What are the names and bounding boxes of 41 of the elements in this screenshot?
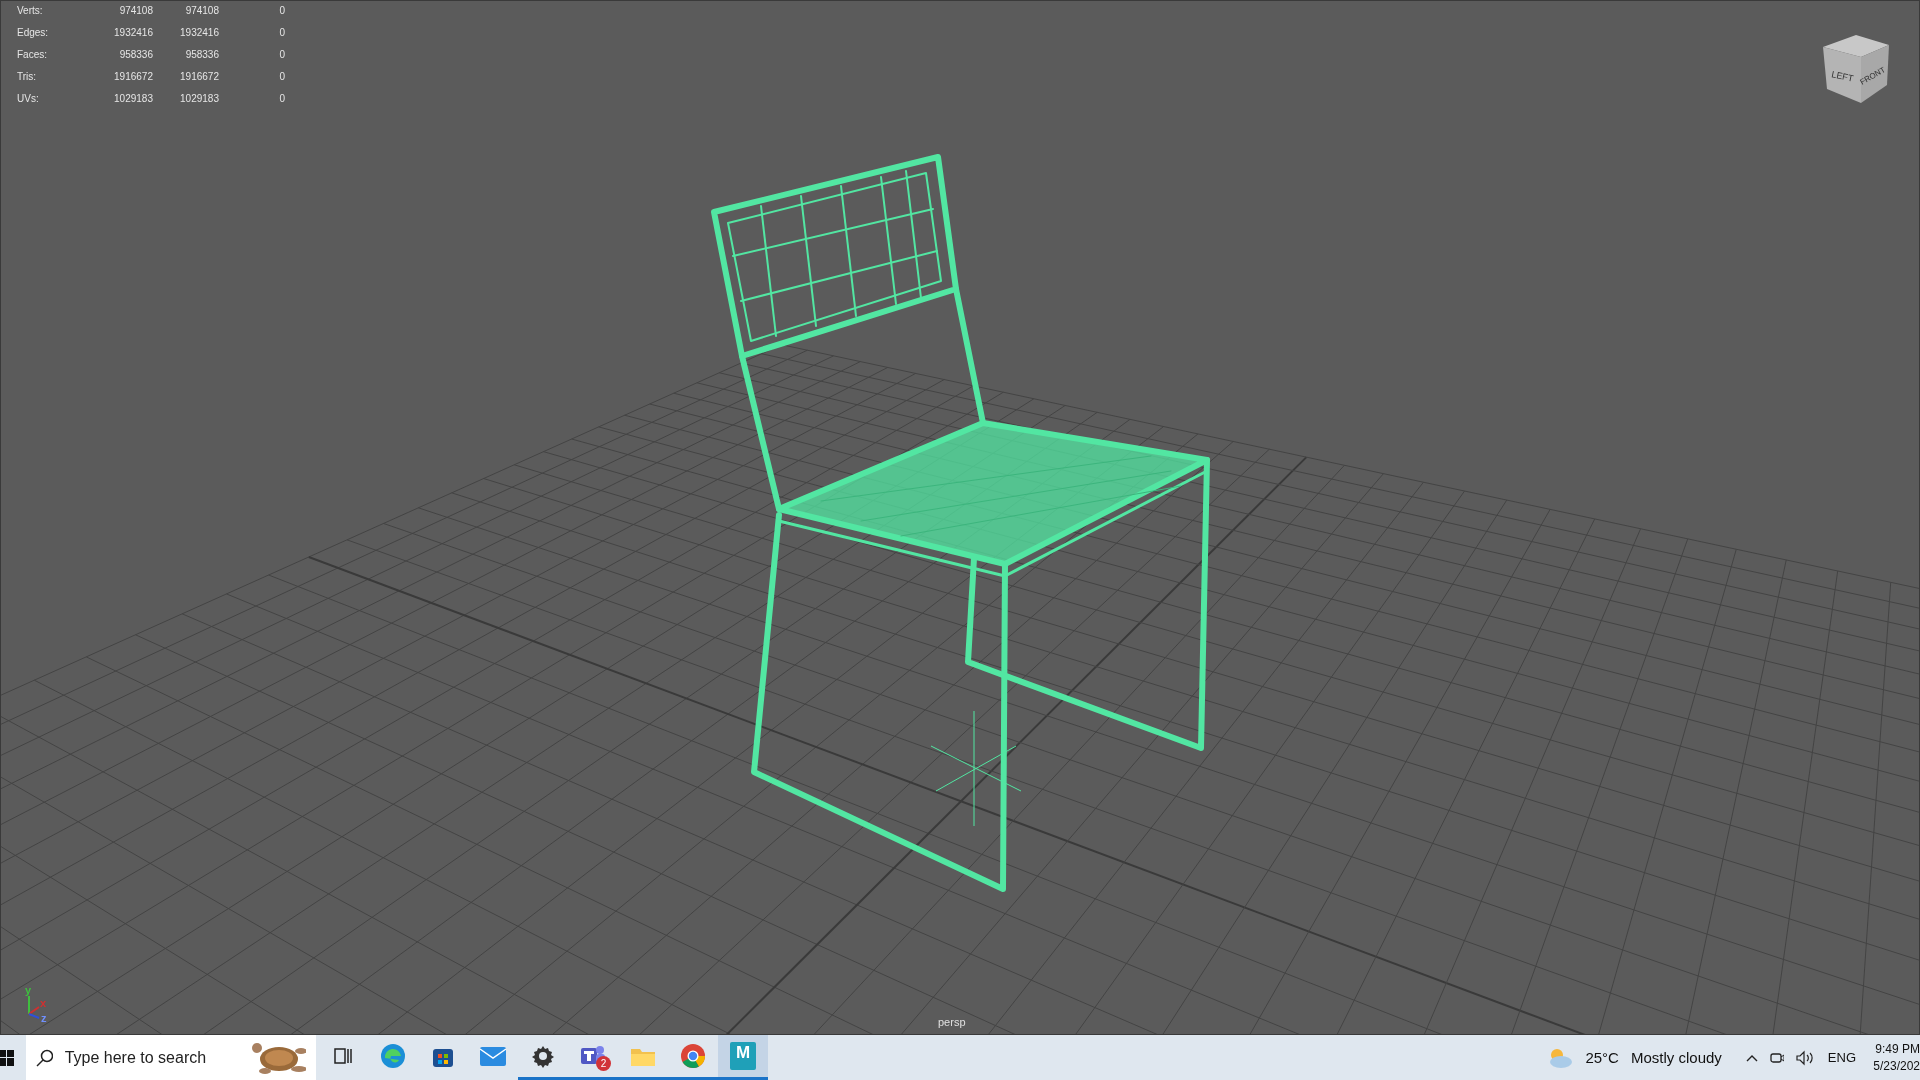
stat-label: Verts:: [17, 4, 44, 18]
weather-text: Mostly cloudy: [1630, 1049, 1722, 1066]
stat-value: 1916672: [179, 70, 219, 84]
stat-value: 974108: [118, 4, 153, 18]
stat-value: 0: [278, 4, 285, 18]
stat-value: 1029183: [113, 92, 153, 106]
stat-value: 0: [278, 70, 285, 84]
start-icon[interactable]: [0, 1049, 14, 1066]
maya-app-icon: M: [730, 1042, 756, 1070]
stat-value: 0: [278, 48, 285, 62]
mail-icon: [479, 1045, 507, 1067]
task-view-icon: [333, 1046, 353, 1066]
stat-value: 0: [278, 26, 285, 40]
camera-label: persp: [938, 1016, 966, 1028]
stat-value: 0: [278, 92, 285, 106]
browser-icon: [680, 1043, 706, 1069]
speaker-icon[interactable]: [1795, 1049, 1816, 1066]
stat-value: 958336: [118, 48, 153, 62]
stat-label: UVs:: [17, 92, 40, 106]
chevron-up-icon[interactable]: [1745, 1053, 1758, 1062]
stat-label: Faces:: [17, 48, 48, 62]
stat-value: 1932416: [113, 26, 153, 40]
browser-icon: [380, 1043, 406, 1069]
temperature-text: 25°C: [1585, 1049, 1619, 1066]
stat-label: Edges:: [17, 26, 50, 40]
language-indicator[interactable]: ENG: [1827, 1050, 1856, 1065]
stat-value: 974108: [184, 4, 219, 18]
stat-label: Tris:: [17, 70, 38, 84]
stat-value: 1932416: [179, 26, 219, 40]
pivot-crosshair-icon: [930, 710, 1022, 827]
clock[interactable]: 9:49 PM 5/23/202: [1868, 1040, 1920, 1075]
stat-value: 1916672: [113, 70, 153, 84]
taskbar-app[interactable]: 2: [568, 1035, 618, 1080]
stat-value: 958336: [184, 48, 219, 62]
notification-badge: 2: [596, 1056, 611, 1071]
stat-value: 1029183: [179, 92, 219, 106]
search-box[interactable]: Type here to search: [26, 1035, 316, 1080]
weather-cloud-icon: [1547, 1046, 1574, 1069]
settings-icon: [531, 1044, 555, 1068]
search-icon: [36, 1048, 53, 1067]
search-field[interactable]: Type here to search: [62, 1047, 237, 1068]
